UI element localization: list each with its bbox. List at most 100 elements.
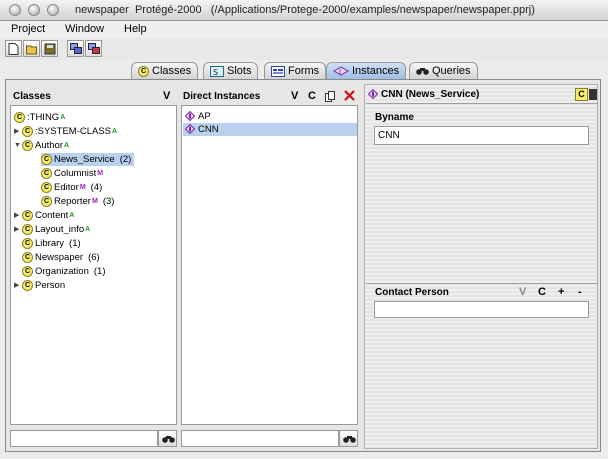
instance-item-cnn[interactable]: CNN: [183, 123, 357, 136]
tree-item-label: Columnist: [54, 168, 97, 179]
instance-label: CNN: [198, 124, 219, 135]
class-tree[interactable]: C:THINGA ▶ C:SYSTEM-CLASSA ▼ C AuthorA C New…: [10, 105, 177, 425]
tree-item-editor[interactable]: C EditorM (4): [41, 181, 102, 194]
class-icon: C: [22, 224, 33, 235]
instance-count: (4): [90, 182, 103, 193]
form-menu-handle[interactable]: [589, 89, 597, 100]
instance-list[interactable]: AP CNN: [181, 105, 358, 425]
instance-count: (1): [69, 238, 81, 249]
tree-item-label: Library: [35, 238, 65, 249]
tab-instances-label: Instances: [352, 65, 400, 77]
menu-help[interactable]: Help: [124, 23, 147, 35]
class-icon: C: [41, 167, 52, 179]
open-project-button[interactable]: [23, 40, 40, 57]
instance-count: (1): [93, 266, 106, 277]
view-contact-button[interactable]: V: [519, 286, 526, 298]
expand-triangle-icon[interactable]: ▶: [14, 223, 22, 236]
tab-instances[interactable]: I Instances: [326, 62, 407, 79]
tree-item-person[interactable]: ▶ C Person: [14, 279, 65, 292]
class-search-input[interactable]: [10, 430, 158, 447]
tree-item-columnist[interactable]: C ColumnistM: [41, 167, 103, 180]
metaclass-badge: M: [91, 198, 98, 205]
create-contact-button[interactable]: C: [538, 286, 546, 298]
tree-item-label: Editor: [54, 182, 79, 193]
abstract-badge: A: [60, 114, 66, 121]
form-header: CNN (News_Service): [368, 89, 479, 100]
tree-item-organization[interactable]: C Organization (1): [22, 265, 106, 278]
metaclass-badge: M: [79, 184, 86, 191]
instance-form: CNN (News_Service) C Byname CNN Contact …: [364, 84, 598, 449]
add-contact-button[interactable]: +: [558, 286, 564, 298]
close-window-button[interactable]: [9, 4, 21, 16]
new-project-button[interactable]: [5, 40, 22, 57]
collapse-triangle-icon[interactable]: ▼: [14, 139, 22, 152]
tree-item-reporter[interactable]: C ReporterM (3): [41, 195, 114, 208]
class-icon: C: [41, 195, 52, 207]
class-form-button[interactable]: C: [575, 88, 588, 101]
close-windows-icon: [88, 43, 100, 54]
instances-tab-icon: I: [333, 66, 349, 76]
copy-icon: [325, 91, 335, 102]
forms-tab-icon: [271, 65, 285, 77]
expand-triangle-icon[interactable]: ▶: [14, 125, 22, 138]
toolbar: [0, 38, 608, 60]
title-path: (/Applications/Protege-2000/examples/new…: [210, 4, 535, 16]
tree-item-label: Layout_info: [35, 224, 85, 236]
instance-count: (6): [88, 252, 100, 263]
class-icon: C: [22, 280, 33, 291]
tab-slots-label: Slots: [227, 65, 252, 77]
tree-item-author[interactable]: ▼ C AuthorA: [14, 139, 69, 152]
abstract-badge: A: [64, 142, 70, 149]
zoom-window-button[interactable]: [47, 4, 59, 16]
minimize-window-button[interactable]: [28, 4, 40, 16]
instance-item-ap[interactable]: AP: [185, 110, 355, 123]
tab-classes-label: Classes: [152, 65, 192, 77]
delete-x-icon: [344, 90, 355, 101]
tab-forms[interactable]: Forms: [264, 62, 327, 79]
class-icon: C: [22, 126, 33, 137]
tree-item-label: :THING: [27, 112, 60, 123]
expand-triangle-icon[interactable]: ▶: [14, 209, 22, 222]
class-search-button[interactable]: [158, 430, 177, 447]
tree-item-library[interactable]: C Library (1): [22, 237, 81, 250]
open-folder-icon: [26, 45, 37, 55]
tree-item-layout-info[interactable]: ▶ C Layout_infoA: [14, 223, 90, 236]
tree-item-content[interactable]: ▶ C ContentA: [14, 209, 74, 222]
tree-item-newspaper[interactable]: C Newspaper (6): [22, 251, 100, 264]
menu-bar: Project Window Help: [0, 21, 608, 38]
byname-field[interactable]: CNN: [374, 126, 589, 145]
binoculars-icon: [416, 68, 429, 75]
delete-instance-button[interactable]: [344, 90, 355, 104]
menu-project[interactable]: Project: [11, 23, 45, 35]
view-instance-button[interactable]: V: [291, 90, 298, 102]
view-class-button[interactable]: V: [163, 90, 170, 102]
classes-header: Classes: [13, 91, 51, 102]
instance-count: (2): [119, 154, 132, 165]
class-icon: C: [41, 181, 52, 193]
close-all-windows-button[interactable]: [85, 40, 102, 57]
contact-person-field[interactable]: [374, 301, 589, 318]
cascade-windows-button[interactable]: [67, 40, 84, 57]
tree-item-system-class[interactable]: ▶ C:SYSTEM-CLASSA: [14, 125, 117, 138]
cascade-icon: [70, 43, 82, 54]
instance-label: AP: [198, 111, 211, 122]
expand-triangle-icon[interactable]: ▶: [14, 279, 22, 292]
form-divider: [366, 103, 598, 104]
instance-search-input[interactable]: [181, 430, 339, 447]
remove-contact-button[interactable]: -: [578, 286, 582, 298]
copy-instance-button[interactable]: [325, 91, 336, 105]
tree-item-thing[interactable]: C:THINGA: [14, 111, 65, 124]
binoculars-icon: [162, 436, 175, 443]
create-instance-button[interactable]: C: [308, 90, 316, 102]
classes-tab-icon: C: [138, 65, 149, 77]
tree-item-news-service[interactable]: C News_Service (2): [41, 153, 135, 166]
tab-queries[interactable]: Queries: [409, 62, 478, 79]
instance-search-button[interactable]: [339, 430, 358, 447]
form-divider: [366, 283, 598, 284]
save-project-button[interactable]: [41, 40, 58, 57]
menu-window[interactable]: Window: [65, 23, 104, 35]
instance-count: (3): [102, 196, 115, 207]
tree-item-label: Author: [35, 140, 63, 152]
tab-slots[interactable]: S Slots: [203, 62, 259, 79]
tab-classes[interactable]: C Classes: [131, 62, 199, 79]
